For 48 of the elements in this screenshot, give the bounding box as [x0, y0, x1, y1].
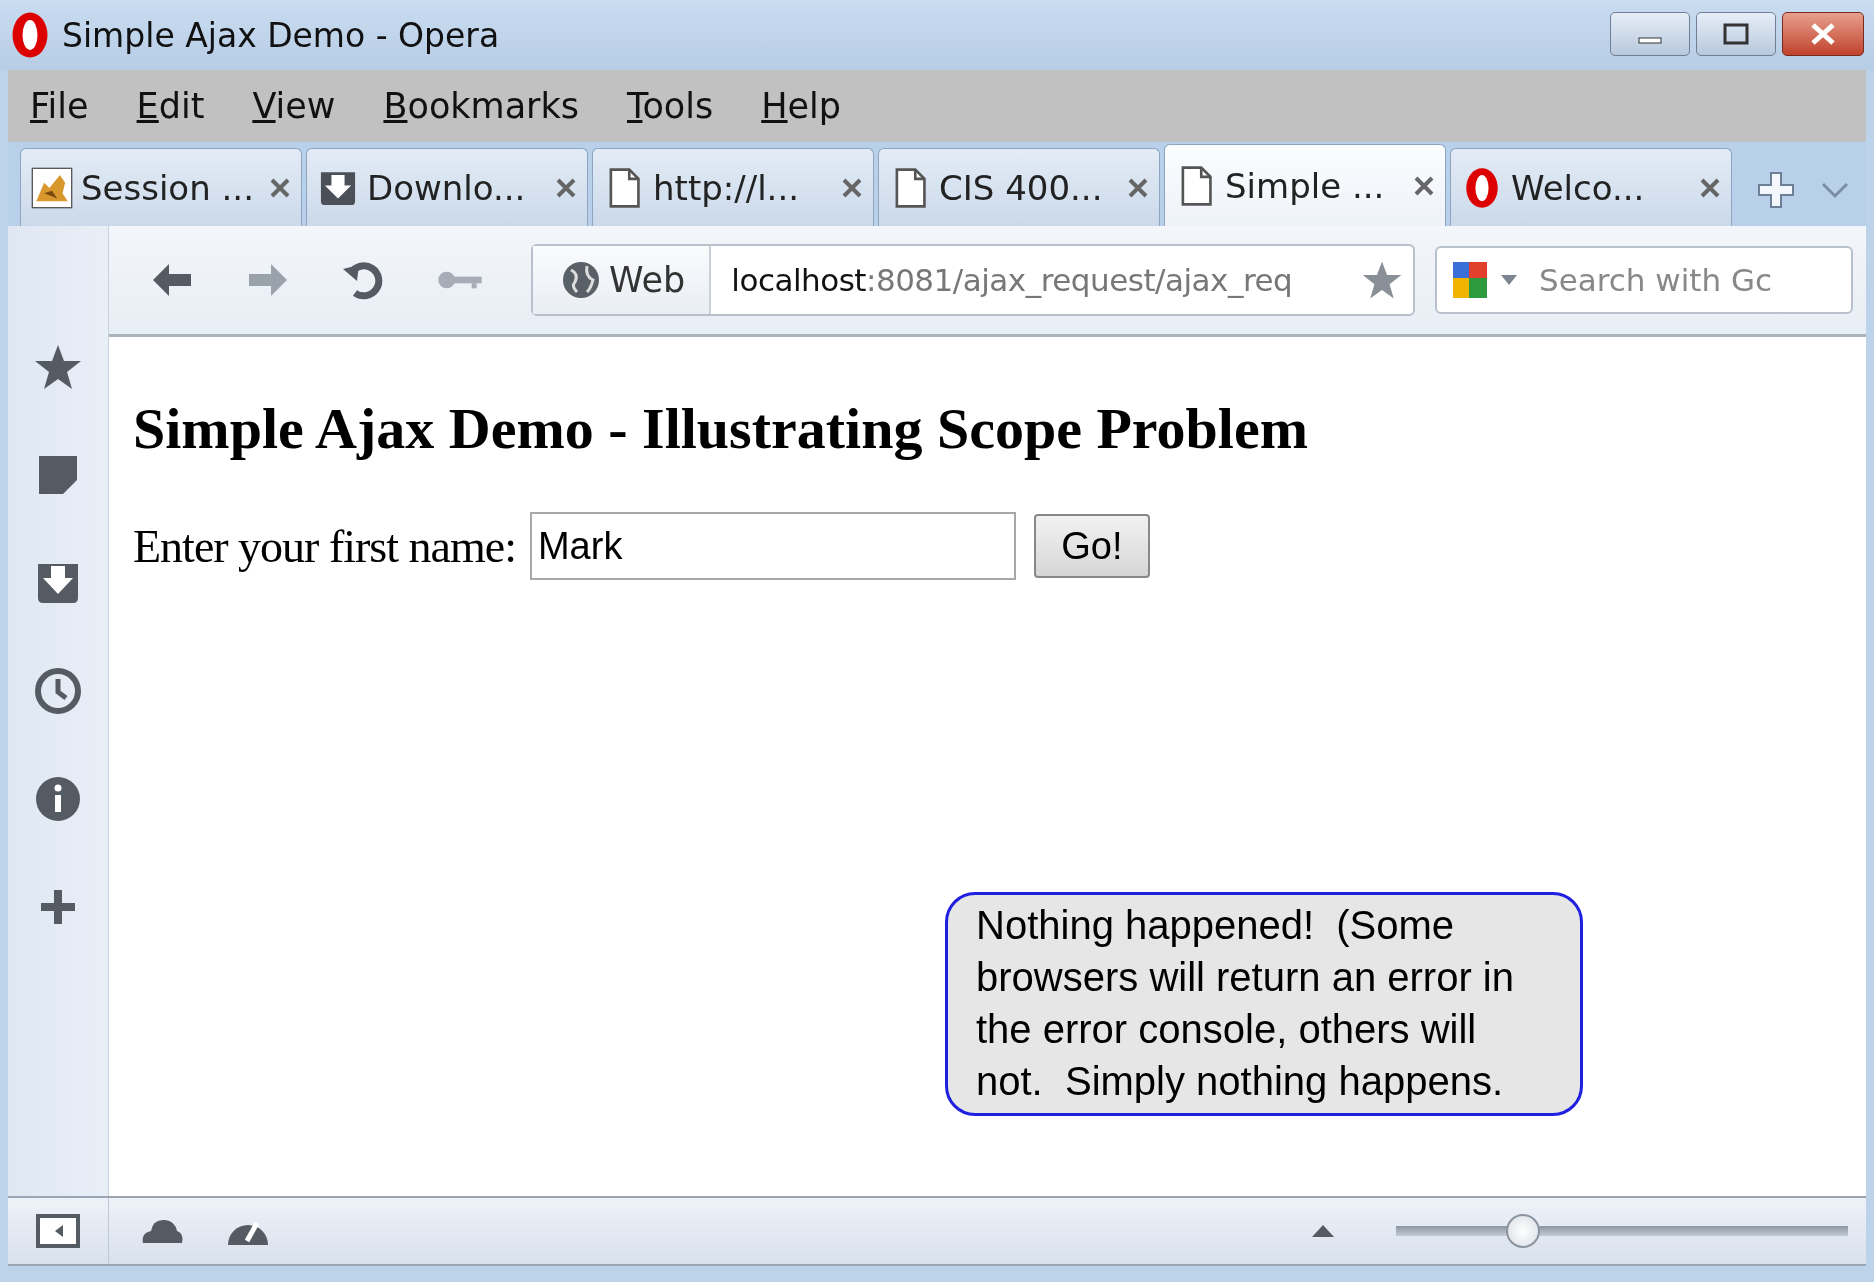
close-icon[interactable] — [1699, 176, 1721, 199]
tab-label: http://l... — [653, 167, 801, 208]
close-icon[interactable] — [555, 176, 577, 199]
browser-tab[interactable]: Simple ... — [1164, 144, 1446, 226]
panel-toggle-icon[interactable] — [35, 1211, 81, 1251]
tab-label: Downlo... — [367, 167, 527, 208]
search-bar[interactable]: Search with Gc — [1435, 246, 1853, 314]
slider-thumb[interactable] — [1505, 1214, 1540, 1248]
menu-item[interactable]: File — [30, 86, 89, 126]
plus-icon[interactable] — [1756, 170, 1796, 210]
close-icon[interactable] — [1127, 176, 1149, 199]
clock-icon[interactable] — [33, 666, 83, 716]
name-input[interactable]: Mark — [529, 512, 1016, 580]
minimize-icon — [1638, 36, 1662, 44]
page-heading: Simple Ajax Demo - Illustrating Scope Problem — [133, 395, 1309, 462]
web-button[interactable]: Web — [533, 246, 712, 314]
tab-label: CIS 400... — [939, 167, 1104, 208]
close-icon[interactable] — [841, 176, 863, 199]
browser-tab[interactable]: CIS 400... — [878, 148, 1160, 226]
browser-tab[interactable]: http://l... — [592, 148, 874, 226]
maximize-button[interactable] — [1696, 12, 1776, 56]
close-icon[interactable] — [269, 176, 291, 199]
address-field[interactable]: Web localhost:8081/ajax_request/ajax_req — [531, 244, 1415, 316]
close-button[interactable] — [1782, 12, 1864, 56]
url-text: localhost:8081/ajax_request/ajax_req — [730, 262, 1294, 298]
up-arrow-icon[interactable] — [1310, 1223, 1336, 1239]
browser-tab[interactable]: Downlo... — [306, 148, 588, 226]
tab-label: Welco... — [1511, 167, 1646, 208]
tab-label: Simple ... — [1225, 165, 1386, 206]
callout-note: Nothing happened! (Some browsers will return an error in the error console, others will not. Simply nothing happens. — [945, 892, 1583, 1116]
caret-icon[interactable] — [1499, 273, 1519, 287]
globe-icon — [561, 260, 601, 300]
opera-icon — [10, 11, 50, 59]
maximize-icon — [1721, 22, 1751, 46]
tab-label: Session ... — [81, 167, 255, 208]
menu-item[interactable]: Bookmarks — [383, 86, 579, 126]
browser-tab[interactable]: Session ... — [20, 148, 302, 226]
field-label: Enter your first name: — [133, 519, 516, 573]
go-button[interactable]: Go! — [1033, 514, 1150, 578]
menu-item[interactable]: Edit — [136, 86, 205, 126]
menu-item[interactable]: Tools — [627, 86, 714, 126]
close-icon[interactable] — [1413, 174, 1435, 197]
minimize-button[interactable] — [1610, 12, 1690, 56]
browser-tab[interactable]: Welco... — [1450, 148, 1732, 226]
menu-item[interactable]: Help — [761, 86, 842, 126]
info-icon[interactable] — [33, 774, 83, 824]
menu-item[interactable]: View — [252, 86, 336, 126]
window-title: Simple Ajax Demo - Opera — [62, 15, 501, 55]
